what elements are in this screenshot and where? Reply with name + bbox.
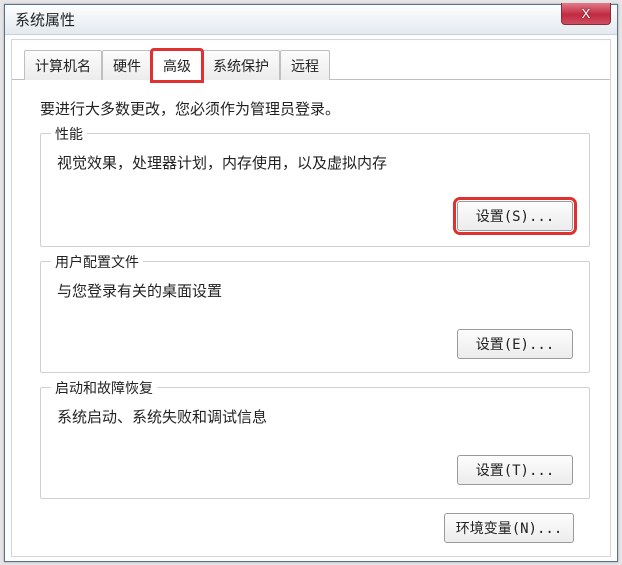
group-startup-recovery: 启动和故障恢复 系统启动、系统失败和调试信息 设置(T)... <box>40 387 590 499</box>
startup-settings-button[interactable]: 设置(T)... <box>457 455 573 485</box>
tab-computer-name[interactable]: 计算机名 <box>24 50 102 80</box>
tab-system-protection[interactable]: 系统保护 <box>202 50 280 80</box>
tab-hardware[interactable]: 硬件 <box>102 50 152 80</box>
close-button[interactable]: X <box>561 3 611 25</box>
group-user-profile-button-row: 设置(E)... <box>57 329 573 359</box>
group-user-profile-desc: 与您登录有关的桌面设置 <box>57 280 573 301</box>
group-startup-title: 启动和故障恢复 <box>51 378 157 398</box>
title-bar: 系统属性 X <box>5 5 617 35</box>
group-performance: 性能 视觉效果，处理器计划，内存使用，以及虚拟内存 设置(S)... <box>40 133 590 247</box>
group-performance-desc: 视觉效果，处理器计划，内存使用，以及虚拟内存 <box>57 152 573 173</box>
group-performance-title: 性能 <box>51 124 87 144</box>
user-profile-settings-button[interactable]: 设置(E)... <box>457 329 573 359</box>
group-performance-button-row: 设置(S)... <box>57 201 573 231</box>
tab-content-advanced: 要进行大多数更改，您必须作为管理员登录。 性能 视觉效果，处理器计划，内存使用，… <box>12 80 610 556</box>
environment-variables-button[interactable]: 环境变量(N)... <box>444 513 574 543</box>
performance-settings-button[interactable]: 设置(S)... <box>457 201 573 231</box>
group-user-profile-title: 用户配置文件 <box>51 252 143 272</box>
tab-advanced[interactable]: 高级 <box>152 50 202 81</box>
tab-strip: 计算机名 硬件 高级 系统保护 远程 <box>12 40 610 80</box>
window-title: 系统属性 <box>15 9 75 30</box>
tab-remote[interactable]: 远程 <box>280 50 330 80</box>
group-user-profile: 用户配置文件 与您登录有关的桌面设置 设置(E)... <box>40 261 590 373</box>
close-icon: X <box>582 6 591 21</box>
system-properties-window: 系统属性 X 计算机名 硬件 高级 系统保护 远程 要进行大多数更改，您必须作为… <box>4 4 618 562</box>
client-area: 计算机名 硬件 高级 系统保护 远程 要进行大多数更改，您必须作为管理员登录。 … <box>11 39 611 557</box>
environment-variables-row: 环境变量(N)... <box>40 513 590 543</box>
group-startup-desc: 系统启动、系统失败和调试信息 <box>57 406 573 427</box>
admin-notice: 要进行大多数更改，您必须作为管理员登录。 <box>40 98 590 119</box>
group-startup-button-row: 设置(T)... <box>57 455 573 485</box>
